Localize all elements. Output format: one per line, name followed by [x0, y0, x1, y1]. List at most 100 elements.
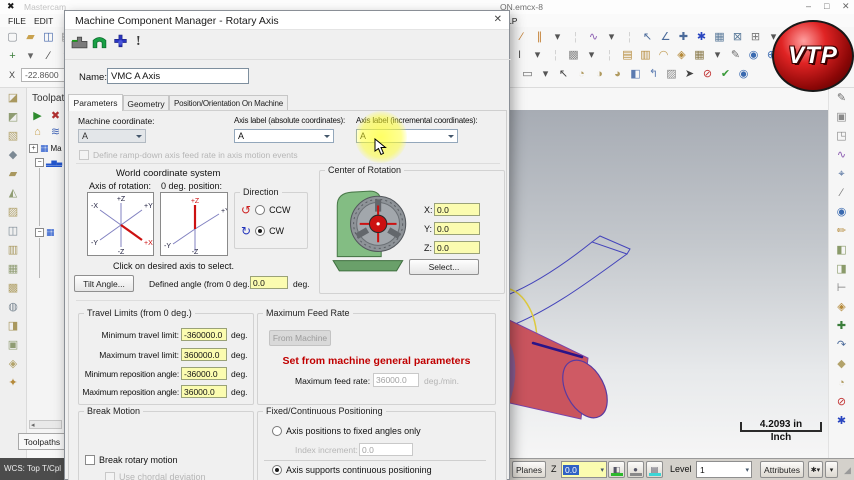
axis-label-absolute-combo[interactable]: A	[234, 129, 334, 143]
select-all-operations-icon[interactable]: ▶	[30, 109, 45, 124]
zero-pos-plus-z-label[interactable]: +Z	[191, 198, 200, 205]
expand-icon[interactable]: +	[29, 144, 38, 153]
fixed-angles-radio-row[interactable]: Axis positions to fixed angles only	[272, 426, 421, 437]
minimize-button[interactable]: –	[806, 1, 811, 11]
clamp-component-icon[interactable]	[91, 34, 108, 51]
wcs-status-text[interactable]: WCS: Top T/Cpl	[4, 464, 61, 474]
new-file-icon[interactable]: ▢	[5, 30, 20, 45]
text-icon[interactable]: I	[512, 48, 527, 63]
toolpath-tool-icon[interactable]: ◍	[6, 300, 21, 315]
z-depth-combo[interactable]: 0.0 ▾	[561, 461, 607, 478]
axis-plus-x-label[interactable]: +X	[144, 240, 153, 247]
pencil-icon[interactable]: ✏	[834, 224, 849, 239]
solid2-icon[interactable]: ◨	[834, 262, 849, 277]
axis-minus-z-label[interactable]: -Z	[118, 249, 125, 256]
center-y-field[interactable]: 0.0	[434, 222, 480, 235]
bounding-box-icon[interactable]: ◳	[834, 129, 849, 144]
toolpaths-tab[interactable]: Toolpaths	[18, 433, 66, 450]
collapse-icon[interactable]: −	[35, 158, 44, 167]
view-icon[interactable]: ◧	[628, 67, 643, 82]
toolpath-tool-icon[interactable]: ▥	[6, 243, 21, 258]
toolpath-display-icon[interactable]: ≋	[48, 125, 63, 140]
rotate-icon[interactable]: ↷	[834, 338, 849, 353]
min-travel-limit-field[interactable]: -360000.0	[181, 328, 227, 341]
dropdown-icon[interactable]: ▾	[538, 67, 553, 82]
cw-radio-row[interactable]: ↻ CW	[241, 225, 284, 237]
fixed-angles-radio[interactable]	[272, 426, 282, 437]
rotate-view-icon[interactable]: ↰	[646, 67, 661, 82]
circle-icon[interactable]: ◉	[834, 205, 849, 220]
ccw-radio[interactable]	[255, 205, 266, 215]
prohibit-icon[interactable]: ⊘	[700, 67, 715, 82]
dropdown-icon[interactable]: ▾	[710, 48, 725, 63]
solid-extrude-icon[interactable]: ◔	[574, 67, 589, 82]
collapse-icon[interactable]: −	[35, 228, 44, 237]
line-icon[interactable]: ∕	[514, 30, 529, 45]
create-line-icon[interactable]: ∕	[41, 49, 56, 64]
chevron-down-icon[interactable]: ▾	[600, 466, 604, 474]
select-center-button[interactable]: Select...	[409, 259, 479, 275]
machine-base-icon[interactable]	[71, 34, 88, 51]
horizontal-scrollbar[interactable]: ◂	[29, 420, 62, 429]
zero-pos-minus-z-label[interactable]: -Z	[192, 249, 199, 256]
resize-grip-icon[interactable]: ◢	[844, 465, 851, 476]
axis-of-rotation-selector[interactable]: +Z -Z -X +Y -Y +X	[87, 192, 154, 256]
axis-plus-z-label[interactable]: +Z	[117, 196, 126, 203]
rotary-axis-component-icon[interactable]	[112, 34, 129, 51]
curve-icon[interactable]: ∿	[834, 148, 849, 163]
toolpath-tool-icon[interactable]: ◈	[6, 357, 21, 372]
point-position-icon[interactable]: ⌖	[834, 167, 849, 182]
chamfer-icon[interactable]: ◆	[834, 357, 849, 372]
toolpath-tool-icon[interactable]: ▦	[6, 262, 21, 277]
tab-geometry[interactable]: Geometry	[123, 95, 169, 111]
axis-label-incremental-combo[interactable]: A	[356, 129, 458, 143]
snap-settings-button[interactable]: ✱▾	[808, 461, 823, 478]
toolpath-tool-icon[interactable]: ▣	[6, 338, 21, 353]
center-x-field[interactable]: 0.0	[434, 203, 480, 216]
line-tool-icon[interactable]: ∕	[834, 186, 849, 201]
mesh-icon[interactable]: ▦	[692, 48, 707, 63]
zero-deg-position-selector[interactable]: +Z +Y -Y -Z	[160, 192, 230, 256]
statusbar-more-button[interactable]: ▾	[825, 461, 838, 478]
toolpath-tool-icon[interactable]: ◪	[6, 91, 21, 106]
node-icon[interactable]: ✚	[676, 30, 691, 45]
toolpath-tool-icon[interactable]: ◫	[6, 224, 21, 239]
sketch-icon[interactable]: ✎	[834, 91, 849, 106]
swept-surface-icon[interactable]: ◠	[656, 48, 671, 63]
bounds-icon[interactable]: ⊠	[730, 30, 745, 45]
delete-icon[interactable]: ⊘	[834, 395, 849, 410]
toolpath-tool-icon[interactable]: ◩	[6, 110, 21, 125]
parallel-line-icon[interactable]: ∥	[532, 30, 547, 45]
add-icon[interactable]: ✚	[834, 319, 849, 334]
solid-icon[interactable]: ◧	[834, 243, 849, 258]
create-point-icon[interactable]: +	[5, 49, 20, 64]
toolpath-tool-icon[interactable]: ◆	[6, 148, 21, 163]
tab-position-orientation[interactable]: Position/Orientation On Machine	[169, 95, 288, 111]
name-field[interactable]: VMC A Axis	[107, 68, 249, 84]
regen-all-icon[interactable]: ✱	[834, 414, 849, 429]
window-close-button[interactable]: ✕	[842, 1, 850, 12]
menu-edit[interactable]: EDIT	[34, 16, 53, 26]
menu-file[interactable]: FILE	[8, 16, 26, 26]
break-rotary-motion-row[interactable]: Break rotary motion	[85, 455, 178, 466]
min-reposition-angle-field[interactable]: -36000.0	[181, 367, 227, 380]
plane-icon[interactable]: ▣	[834, 110, 849, 125]
burst-icon[interactable]: ✱	[694, 30, 709, 45]
angle-icon[interactable]: ∠	[658, 30, 673, 45]
render-icon[interactable]: ▨	[664, 67, 679, 82]
toolpath-tool-icon[interactable]: ◭	[6, 186, 21, 201]
color-swatch-button[interactable]: ◧	[608, 461, 625, 478]
toolpath-tool-icon[interactable]: ✦	[6, 376, 21, 391]
open-file-icon[interactable]: ▰	[23, 30, 38, 45]
accept-icon[interactable]: ✔	[718, 67, 733, 82]
dropdown-icon[interactable]: ▾	[530, 48, 545, 63]
axis-minus-x-label[interactable]: -X	[91, 203, 98, 210]
max-reposition-angle-field[interactable]: 36000.0	[181, 385, 227, 398]
tab-parameters[interactable]: Parameters	[68, 94, 123, 111]
tilt-angle-button[interactable]: Tilt Angle...	[74, 275, 134, 292]
continuous-radio[interactable]	[272, 465, 282, 476]
dialog-titlebar[interactable]: Machine Component Manager - Rotary Axis …	[65, 11, 509, 30]
hatch-icon[interactable]: ▩	[566, 48, 581, 63]
target-icon[interactable]: ◉	[746, 48, 761, 63]
attributes-button[interactable]: Attributes	[760, 461, 804, 478]
